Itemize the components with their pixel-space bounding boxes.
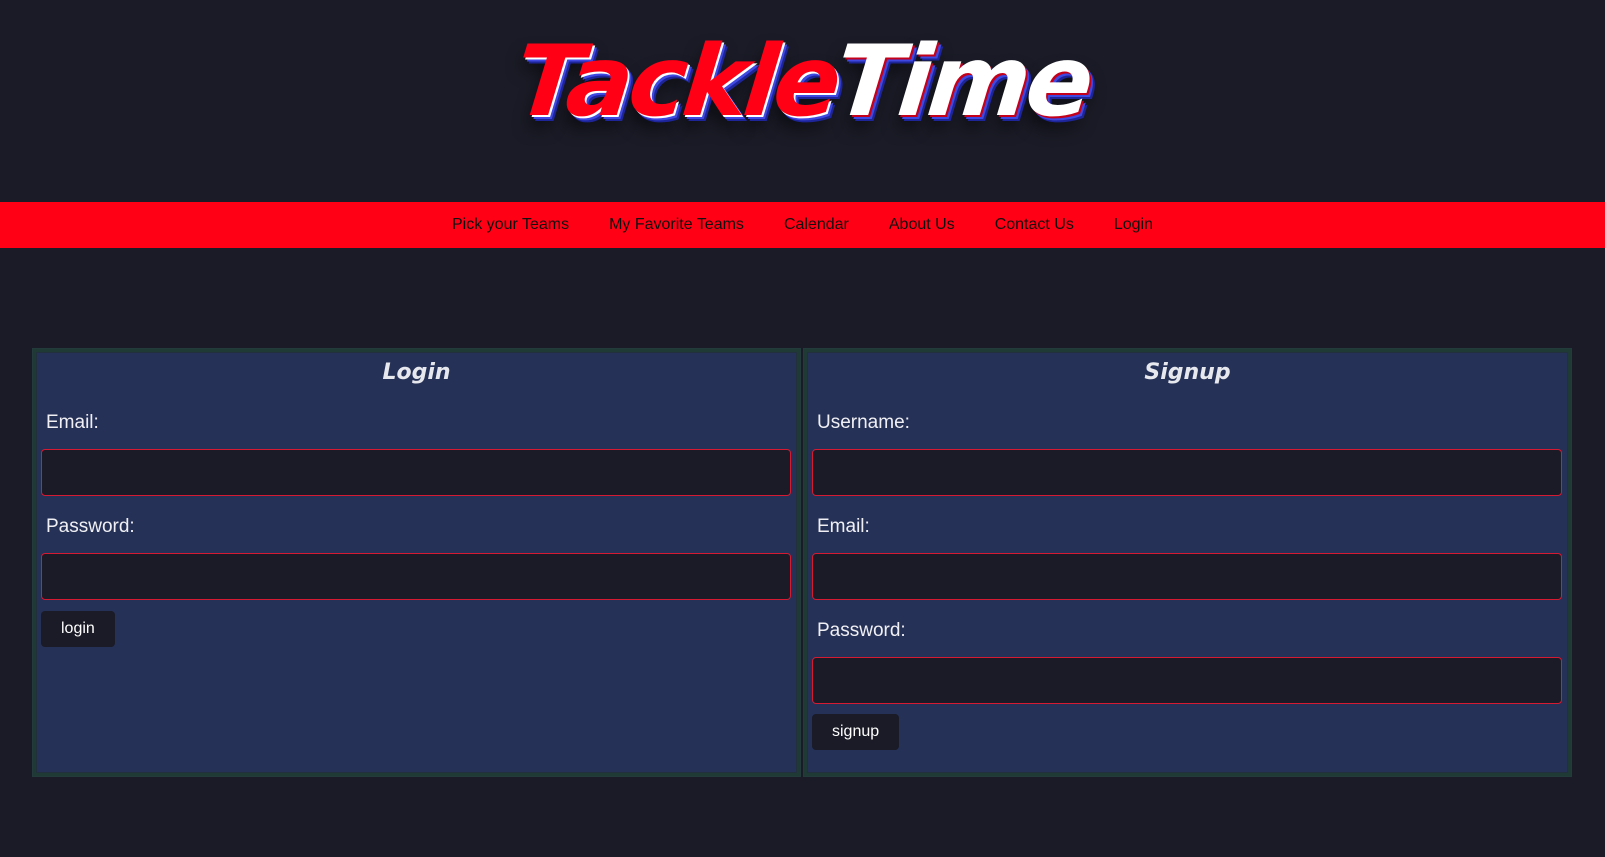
signup-email-label: Email: (817, 516, 870, 537)
signup-email-input[interactable] (812, 553, 1562, 600)
signup-title: Signup (1144, 360, 1231, 385)
logo-word-tackle: Tackle (509, 25, 843, 139)
signup-password-input[interactable] (812, 657, 1562, 704)
nav-calendar[interactable]: Calendar (784, 216, 849, 234)
nav-login[interactable]: Login (1114, 216, 1153, 234)
login-password-input[interactable] (41, 553, 791, 600)
nav-about-us[interactable]: About Us (889, 216, 955, 234)
signup-panel: Signup Username: Email: Password: signup (803, 348, 1572, 777)
login-email-input[interactable] (41, 449, 791, 496)
nav-pick-your-teams[interactable]: Pick your Teams (452, 216, 569, 234)
logo-word-time: Time (830, 25, 1096, 139)
signup-username-label: Username: (817, 412, 910, 433)
login-button[interactable]: login (41, 611, 115, 647)
site-logo[interactable]: TackleTime (0, 25, 1605, 139)
signup-password-label: Password: (817, 620, 906, 641)
nav-contact-us[interactable]: Contact Us (995, 216, 1074, 234)
login-panel: Login Email: Password: login (32, 348, 801, 777)
login-email-label: Email: (46, 412, 99, 433)
login-password-label: Password: (46, 516, 135, 537)
site-header: TackleTime (0, 0, 1605, 202)
signup-button[interactable]: signup (812, 714, 900, 750)
main-nav: Pick your Teams My Favorite Teams Calend… (0, 202, 1605, 248)
nav-my-favorite-teams[interactable]: My Favorite Teams (609, 216, 744, 234)
auth-panels: Login Email: Password: login Signup User… (32, 348, 1572, 777)
signup-username-input[interactable] (812, 449, 1562, 496)
login-title: Login (382, 360, 451, 385)
